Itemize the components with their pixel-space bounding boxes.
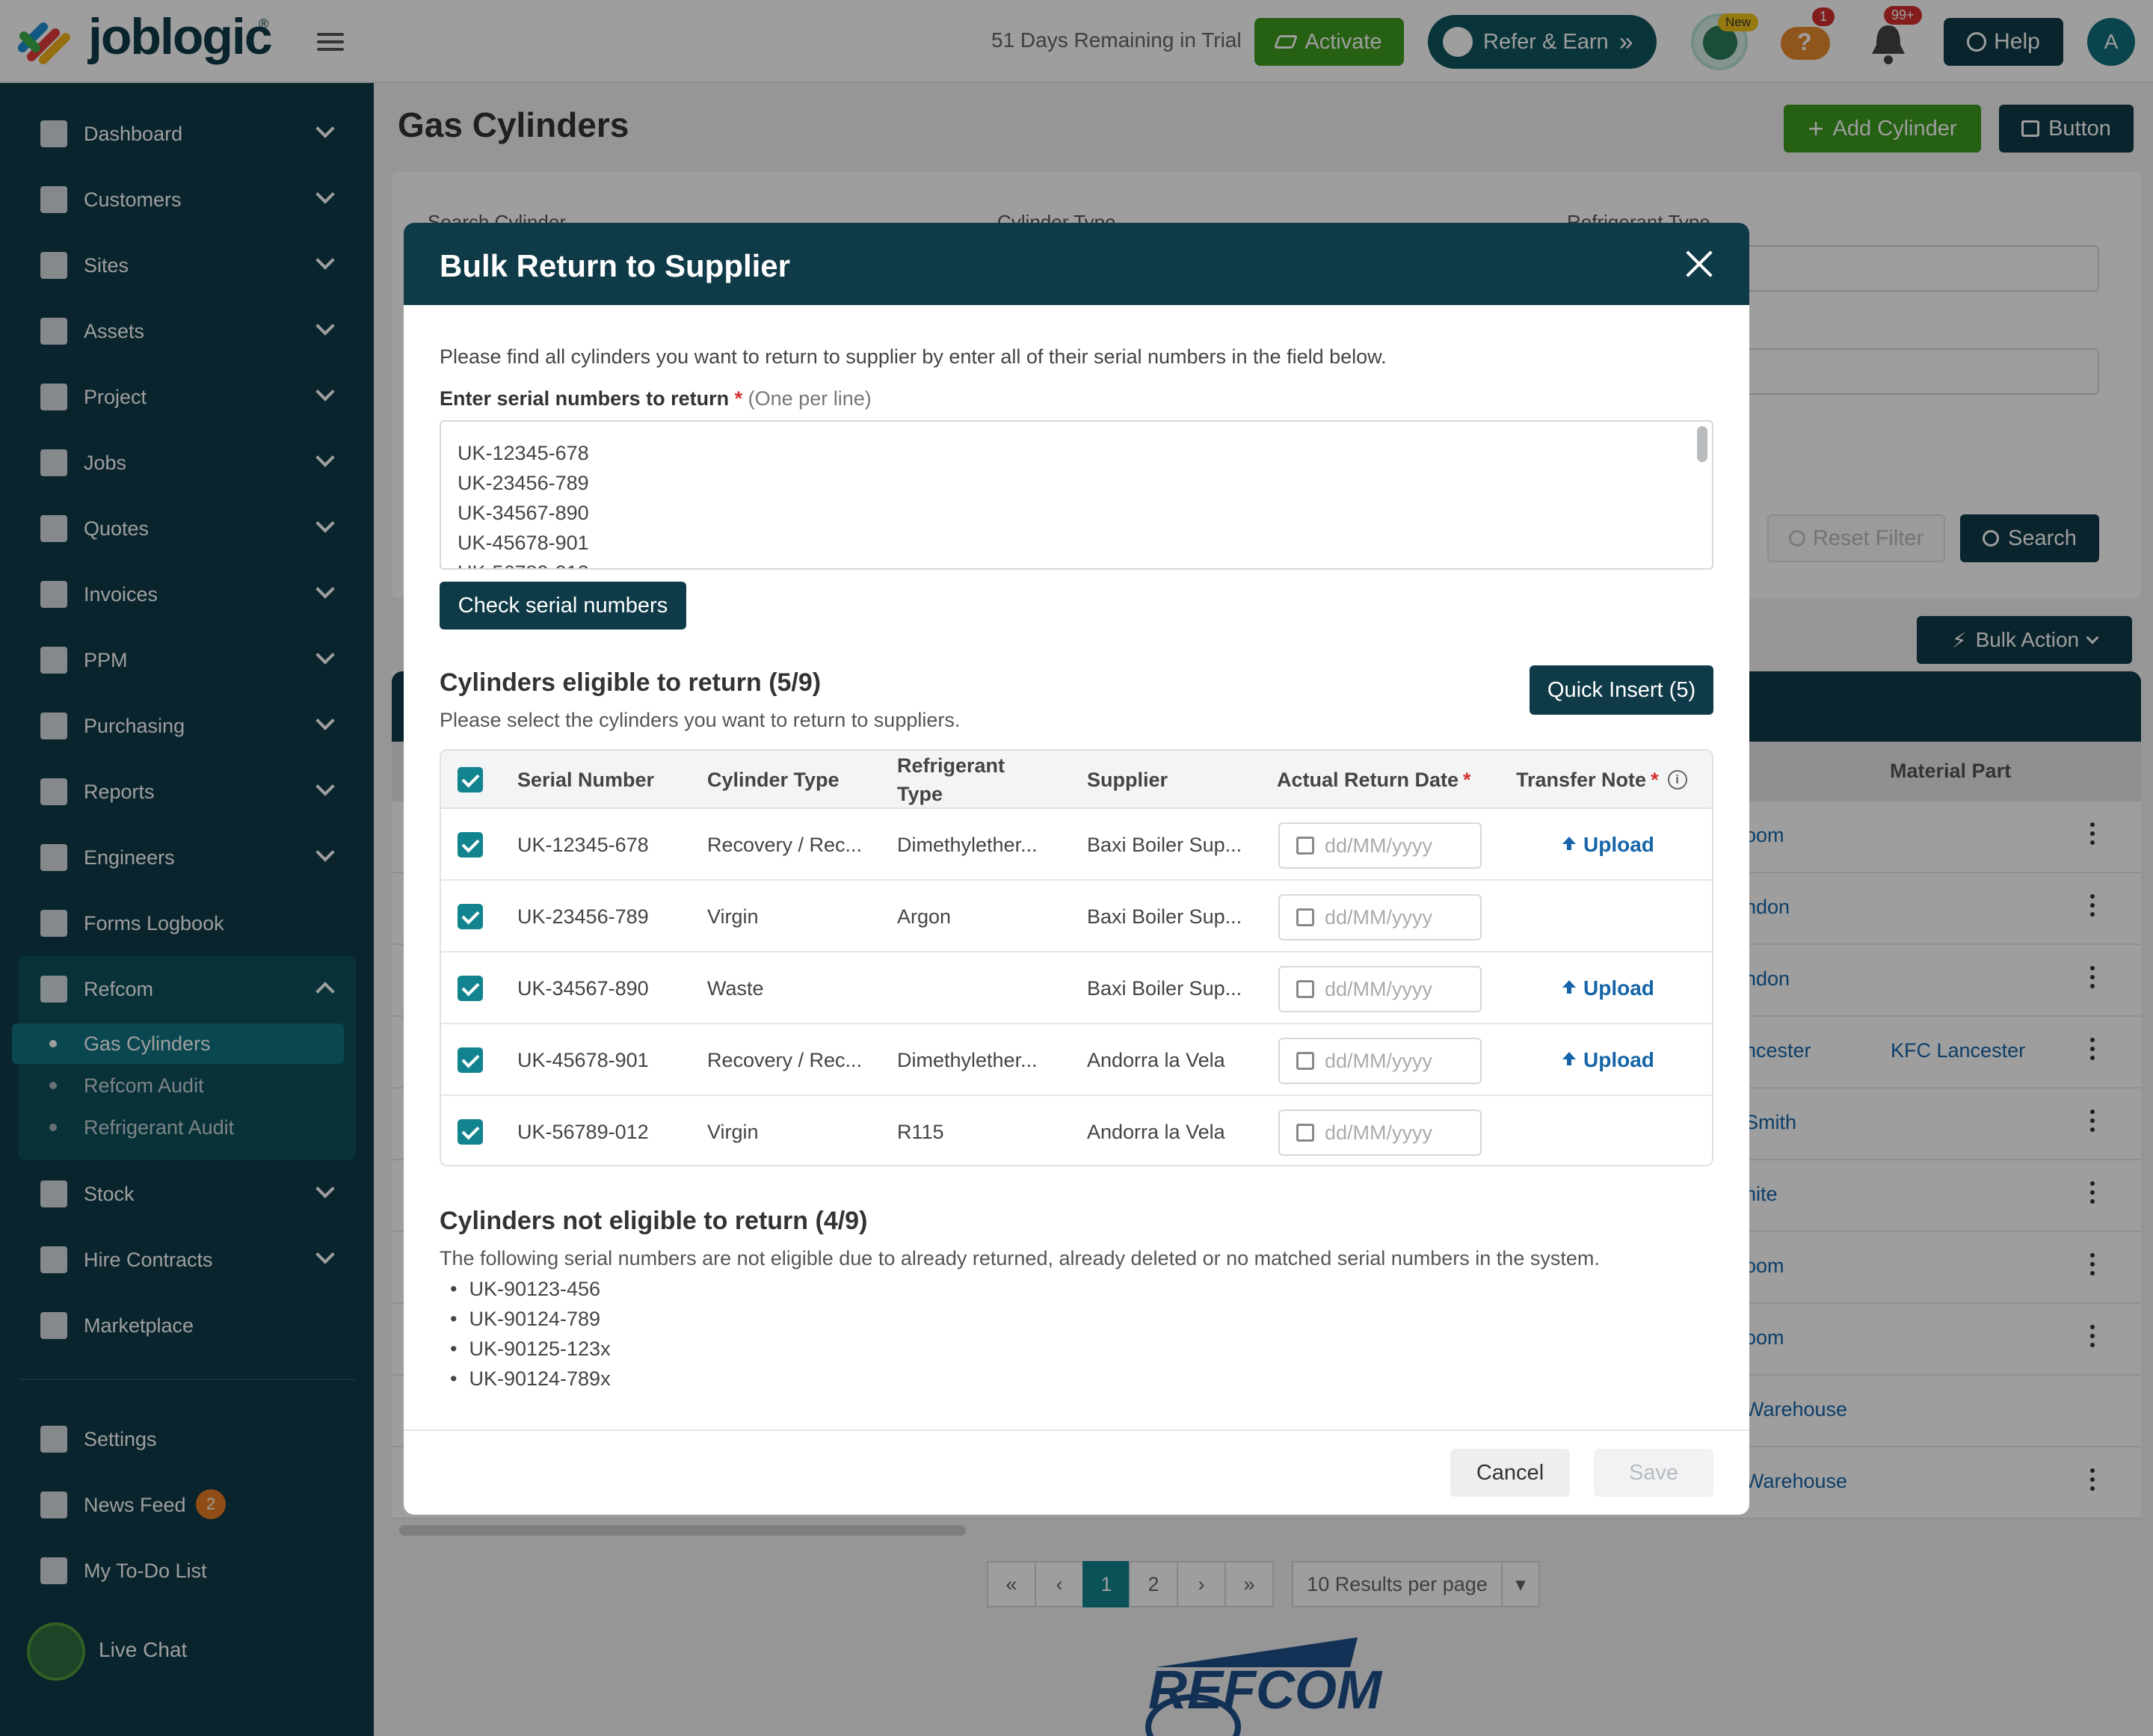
modal-title: Bulk Return to Supplier bbox=[440, 248, 791, 283]
col-transfer-note[interactable]: Transfer Note * i bbox=[1516, 751, 1687, 809]
table-row[interactable]: UK-45678-901 Recovery / Rec... Dimethyle… bbox=[441, 1024, 1712, 1096]
serial-cell: UK-34567-890 bbox=[517, 976, 649, 1000]
return-date-input[interactable]: dd/MM/yyyy bbox=[1278, 966, 1482, 1012]
refrigerant-cell: Dimethylether... bbox=[897, 1048, 1038, 1071]
calendar-icon bbox=[1296, 1052, 1314, 1070]
calendar-icon bbox=[1296, 908, 1314, 926]
date-placeholder: dd/MM/yyyy bbox=[1325, 1049, 1433, 1072]
modal-footer-divider bbox=[404, 1429, 1749, 1431]
modal-intro-text: Please find all cylinders you want to re… bbox=[440, 345, 1387, 368]
return-date-input[interactable]: dd/MM/yyyy bbox=[1278, 1109, 1482, 1156]
upload-icon bbox=[1562, 837, 1576, 853]
table-row[interactable]: UK-34567-890 Waste Baxi Boiler Sup... dd… bbox=[441, 952, 1712, 1024]
type-cell: Waste bbox=[707, 976, 764, 1000]
date-placeholder: dd/MM/yyyy bbox=[1325, 1121, 1433, 1144]
table-row[interactable]: UK-56789-012 Virgin R115 Andorra la Vela… bbox=[441, 1096, 1712, 1165]
list-item: UK-90124-789x bbox=[450, 1364, 610, 1394]
upload-icon bbox=[1562, 1052, 1576, 1068]
list-item: UK-90124-789 bbox=[450, 1304, 611, 1334]
refrigerant-cell: R115 bbox=[897, 1120, 944, 1143]
eligible-subtitle: Please select the cylinders you want to … bbox=[440, 709, 961, 731]
serial-cell: UK-56789-012 bbox=[517, 1120, 649, 1143]
serial-cell: UK-45678-901 bbox=[517, 1048, 649, 1071]
return-date-input[interactable]: dd/MM/yyyy bbox=[1278, 1038, 1482, 1084]
required-marker: * bbox=[1651, 769, 1659, 791]
textarea-scrollbar[interactable] bbox=[1697, 426, 1707, 462]
col-cylinder-type[interactable]: Cylinder Type bbox=[707, 751, 840, 809]
calendar-icon bbox=[1296, 1124, 1314, 1142]
refrigerant-cell: Argon bbox=[897, 905, 952, 928]
quick-insert-button[interactable]: Quick Insert (5) bbox=[1530, 665, 1713, 715]
serial-numbers-textarea[interactable]: UK-12345-678 UK-23456-789 UK-34567-890 U… bbox=[440, 420, 1713, 570]
row-checkbox[interactable] bbox=[458, 976, 483, 1001]
cancel-button[interactable]: Cancel bbox=[1450, 1449, 1570, 1497]
supplier-cell: Andorra la Vela bbox=[1087, 1120, 1225, 1143]
check-serial-numbers-button[interactable]: Check serial numbers bbox=[440, 582, 686, 630]
upload-label: Upload bbox=[1583, 1048, 1654, 1071]
not-eligible-list: UK-90123-456 UK-90124-789 UK-90125-123x … bbox=[450, 1274, 611, 1394]
not-eligible-title: Cylinders not eligible to return (4/9) bbox=[440, 1207, 868, 1235]
type-cell: Recovery / Rec... bbox=[707, 833, 863, 856]
supplier-cell: Baxi Boiler Sup... bbox=[1087, 976, 1242, 1000]
serial-cell: UK-12345-678 bbox=[517, 833, 649, 856]
required-marker: * bbox=[1463, 769, 1471, 791]
not-eligible-subtitle: The following serial numbers are not eli… bbox=[440, 1247, 1600, 1269]
required-marker: * bbox=[734, 387, 743, 410]
supplier-cell: Baxi Boiler Sup... bbox=[1087, 905, 1242, 928]
row-checkbox[interactable] bbox=[458, 1047, 483, 1073]
eligible-table-header: Serial Number Cylinder Type Refrigerant … bbox=[441, 751, 1712, 809]
list-item: UK-90123-456 bbox=[450, 1274, 611, 1304]
table-row[interactable]: UK-12345-678 Recovery / Rec... Dimethyle… bbox=[441, 809, 1712, 881]
eligible-title: Cylinders eligible to return (5/9) bbox=[440, 668, 822, 697]
select-all-checkbox[interactable] bbox=[458, 767, 483, 792]
col-return-date-text: Actual Return Date bbox=[1277, 769, 1459, 791]
return-date-input[interactable]: dd/MM/yyyy bbox=[1278, 822, 1482, 869]
calendar-icon bbox=[1296, 837, 1314, 855]
col-refrigerant-line2: Type bbox=[897, 783, 943, 805]
serial-hint: (One per line) bbox=[748, 387, 872, 410]
serial-numbers-label: Enter serial numbers to return * (One pe… bbox=[440, 387, 872, 410]
return-date-input[interactable]: dd/MM/yyyy bbox=[1278, 894, 1482, 941]
col-supplier[interactable]: Supplier bbox=[1087, 751, 1168, 809]
save-button[interactable]: Save bbox=[1594, 1449, 1713, 1497]
col-transfer-note-text: Transfer Note bbox=[1516, 769, 1647, 791]
list-item: UK-90125-123x bbox=[450, 1334, 610, 1364]
col-refrigerant-line1: Refrigerant bbox=[897, 754, 1005, 777]
row-checkbox[interactable] bbox=[458, 904, 483, 929]
table-row[interactable]: UK-23456-789 Virgin Argon Baxi Boiler Su… bbox=[441, 881, 1712, 952]
col-actual-return-date[interactable]: Actual Return Date * bbox=[1277, 751, 1471, 809]
serial-cell: UK-23456-789 bbox=[517, 905, 649, 928]
type-cell: Virgin bbox=[707, 1120, 759, 1143]
date-placeholder: dd/MM/yyyy bbox=[1325, 905, 1433, 929]
type-cell: Recovery / Rec... bbox=[707, 1048, 863, 1071]
supplier-cell: Andorra la Vela bbox=[1087, 1048, 1225, 1071]
upload-label: Upload bbox=[1583, 833, 1654, 856]
col-refrigerant-type[interactable]: Refrigerant Type bbox=[897, 751, 1005, 809]
info-icon[interactable]: i bbox=[1667, 770, 1687, 789]
upload-link[interactable]: Upload bbox=[1562, 952, 1654, 1024]
bulk-return-modal: Bulk Return to Supplier Please find all … bbox=[404, 223, 1749, 1515]
row-checkbox[interactable] bbox=[458, 832, 483, 858]
serial-label-text: Enter serial numbers to return bbox=[440, 387, 730, 410]
upload-icon bbox=[1562, 980, 1576, 997]
supplier-cell: Baxi Boiler Sup... bbox=[1087, 833, 1242, 856]
upload-link[interactable]: Upload bbox=[1562, 809, 1654, 881]
date-placeholder: dd/MM/yyyy bbox=[1325, 834, 1433, 857]
calendar-icon bbox=[1296, 980, 1314, 998]
row-checkbox[interactable] bbox=[458, 1119, 483, 1145]
date-placeholder: dd/MM/yyyy bbox=[1325, 977, 1433, 1000]
col-serial-number[interactable]: Serial Number bbox=[517, 751, 654, 809]
type-cell: Virgin bbox=[707, 905, 759, 928]
eligible-table: Serial Number Cylinder Type Refrigerant … bbox=[440, 749, 1713, 1166]
upload-link[interactable]: Upload bbox=[1562, 1024, 1654, 1096]
refrigerant-cell: Dimethylether... bbox=[897, 833, 1038, 856]
upload-label: Upload bbox=[1583, 976, 1654, 1000]
close-icon[interactable] bbox=[1685, 250, 1713, 278]
